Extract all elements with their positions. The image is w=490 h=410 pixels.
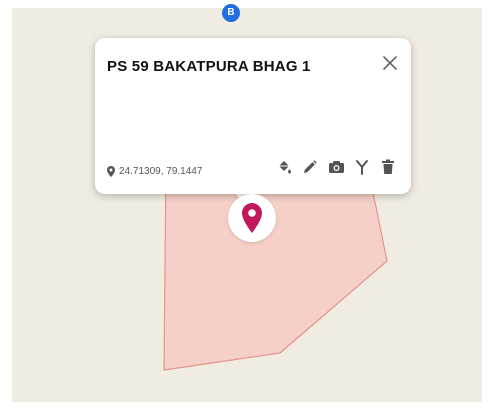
- pencil-icon: [304, 160, 317, 173]
- delete-button[interactable]: [377, 156, 399, 178]
- camera-icon: [328, 161, 344, 173]
- map-pin-icon: [242, 203, 262, 233]
- info-popup: PS 59 BAKATPURA BHAG 1 24.71309, 79.1447: [95, 38, 411, 194]
- fill-color-button[interactable]: [273, 156, 295, 178]
- paint-bucket-icon: [279, 161, 291, 174]
- coordinates-text: 24.71309, 79.1447: [119, 166, 203, 177]
- fork-icon: [356, 160, 368, 175]
- connect-button[interactable]: [351, 156, 373, 178]
- popup-title: PS 59 BAKATPURA BHAG 1: [107, 58, 311, 75]
- location-badge-label: B: [227, 7, 235, 18]
- location-badge[interactable]: B: [222, 4, 240, 22]
- popup-toolbar: [269, 156, 399, 178]
- trash-icon: [382, 159, 394, 174]
- edit-button[interactable]: [299, 156, 321, 178]
- close-button[interactable]: [379, 52, 401, 74]
- add-photo-button[interactable]: [325, 156, 347, 178]
- close-icon: [383, 56, 397, 70]
- area-polygon[interactable]: [163, 162, 388, 371]
- location-pin-icon: [107, 166, 115, 177]
- location-marker[interactable]: [228, 194, 276, 242]
- coordinates-row: 24.71309, 79.1447: [107, 166, 202, 177]
